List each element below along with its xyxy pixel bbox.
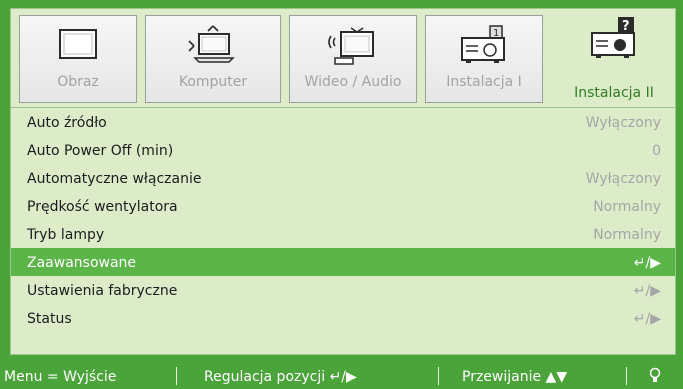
row-label: Zaawansowane [27,255,137,271]
row-ustawienia-fabryczne[interactable]: Ustawienia fabryczne ↵/▶ [11,276,675,304]
projector-help-icon: ? [591,17,635,58]
help-divider [626,367,627,385]
lightbulb-icon [649,367,661,382]
row-auto-zrodlo[interactable]: Auto źródło Wyłączony [11,108,675,136]
row-auto-power-off[interactable]: Auto Power Off (min) 0 [11,136,675,164]
tab-instalacja-2[interactable]: ? Instalacja II [553,9,675,107]
row-label: Auto Power Off (min) [27,143,174,159]
row-label: Status [27,311,72,327]
tab-bar: Obraz Komputer Wideo / Audio 1 Instalacj… [11,9,675,107]
tab-wideo-audio[interactable]: Wideo / Audio [289,15,417,103]
help-scroll: Przewijanie ▲▼ [462,369,568,385]
osd-menu: Obraz Komputer Wideo / Audio 1 Instalacj… [0,0,683,389]
tab-label: Instalacja I [446,74,522,90]
tab-obraz[interactable]: Obraz [19,15,137,103]
projector-icon: 1 [461,25,505,63]
enter-arrow-icon: ↵/▶ [633,255,661,271]
help-menu-exit: Menu = Wyjście [4,369,117,385]
row-value: Normalny [593,199,661,215]
tab-instalacja-1[interactable]: 1 Instalacja I [425,15,543,103]
row-value: Normalny [593,227,661,243]
row-label: Prędkość wentylatora [27,199,178,215]
row-value: 0 [652,143,661,159]
row-value: Wyłączony [585,115,661,131]
tab-label: Wideo / Audio [304,74,402,90]
tab-label: Instalacja II [574,85,654,101]
row-predkosc-wentylatora[interactable]: Prędkość wentylatora Normalny [11,192,675,220]
tab-label: Komputer [178,74,248,90]
help-bar: Menu = Wyjście Regulacja pozycji ↵/▶ Prz… [0,362,683,389]
row-status[interactable]: Status ↵/▶ [11,304,675,332]
row-value: Wyłączony [585,171,661,187]
row-label: Auto źródło [27,115,107,131]
menu-panel: Obraz Komputer Wideo / Audio 1 Instalacj… [10,8,676,355]
tab-label: Obraz [57,74,99,90]
settings-list: Auto źródło Wyłączony Auto Power Off (mi… [11,108,675,332]
row-zaawansowane[interactable]: Zaawansowane ↵/▶ [11,248,675,276]
help-divider [438,367,439,385]
svg-text:?: ? [622,19,630,34]
monitor-icon [59,29,97,59]
row-label: Ustawienia fabryczne [27,283,178,299]
row-label: Tryb lampy [27,227,105,243]
computer-icon [188,25,235,63]
help-divider [176,367,177,385]
help-adjust: Regulacja pozycji ↵/▶ [204,369,357,385]
row-label: Automatyczne włączanie [27,171,202,187]
tab-komputer[interactable]: Komputer [145,15,281,103]
row-automatyczne-wlaczanie[interactable]: Automatyczne włączanie Wyłączony [11,164,675,192]
enter-arrow-icon: ↵/▶ [633,283,661,299]
enter-arrow-icon: ↵/▶ [633,311,661,327]
video-audio-icon [328,27,374,65]
row-tryb-lampy[interactable]: Tryb lampy Normalny [11,220,675,248]
